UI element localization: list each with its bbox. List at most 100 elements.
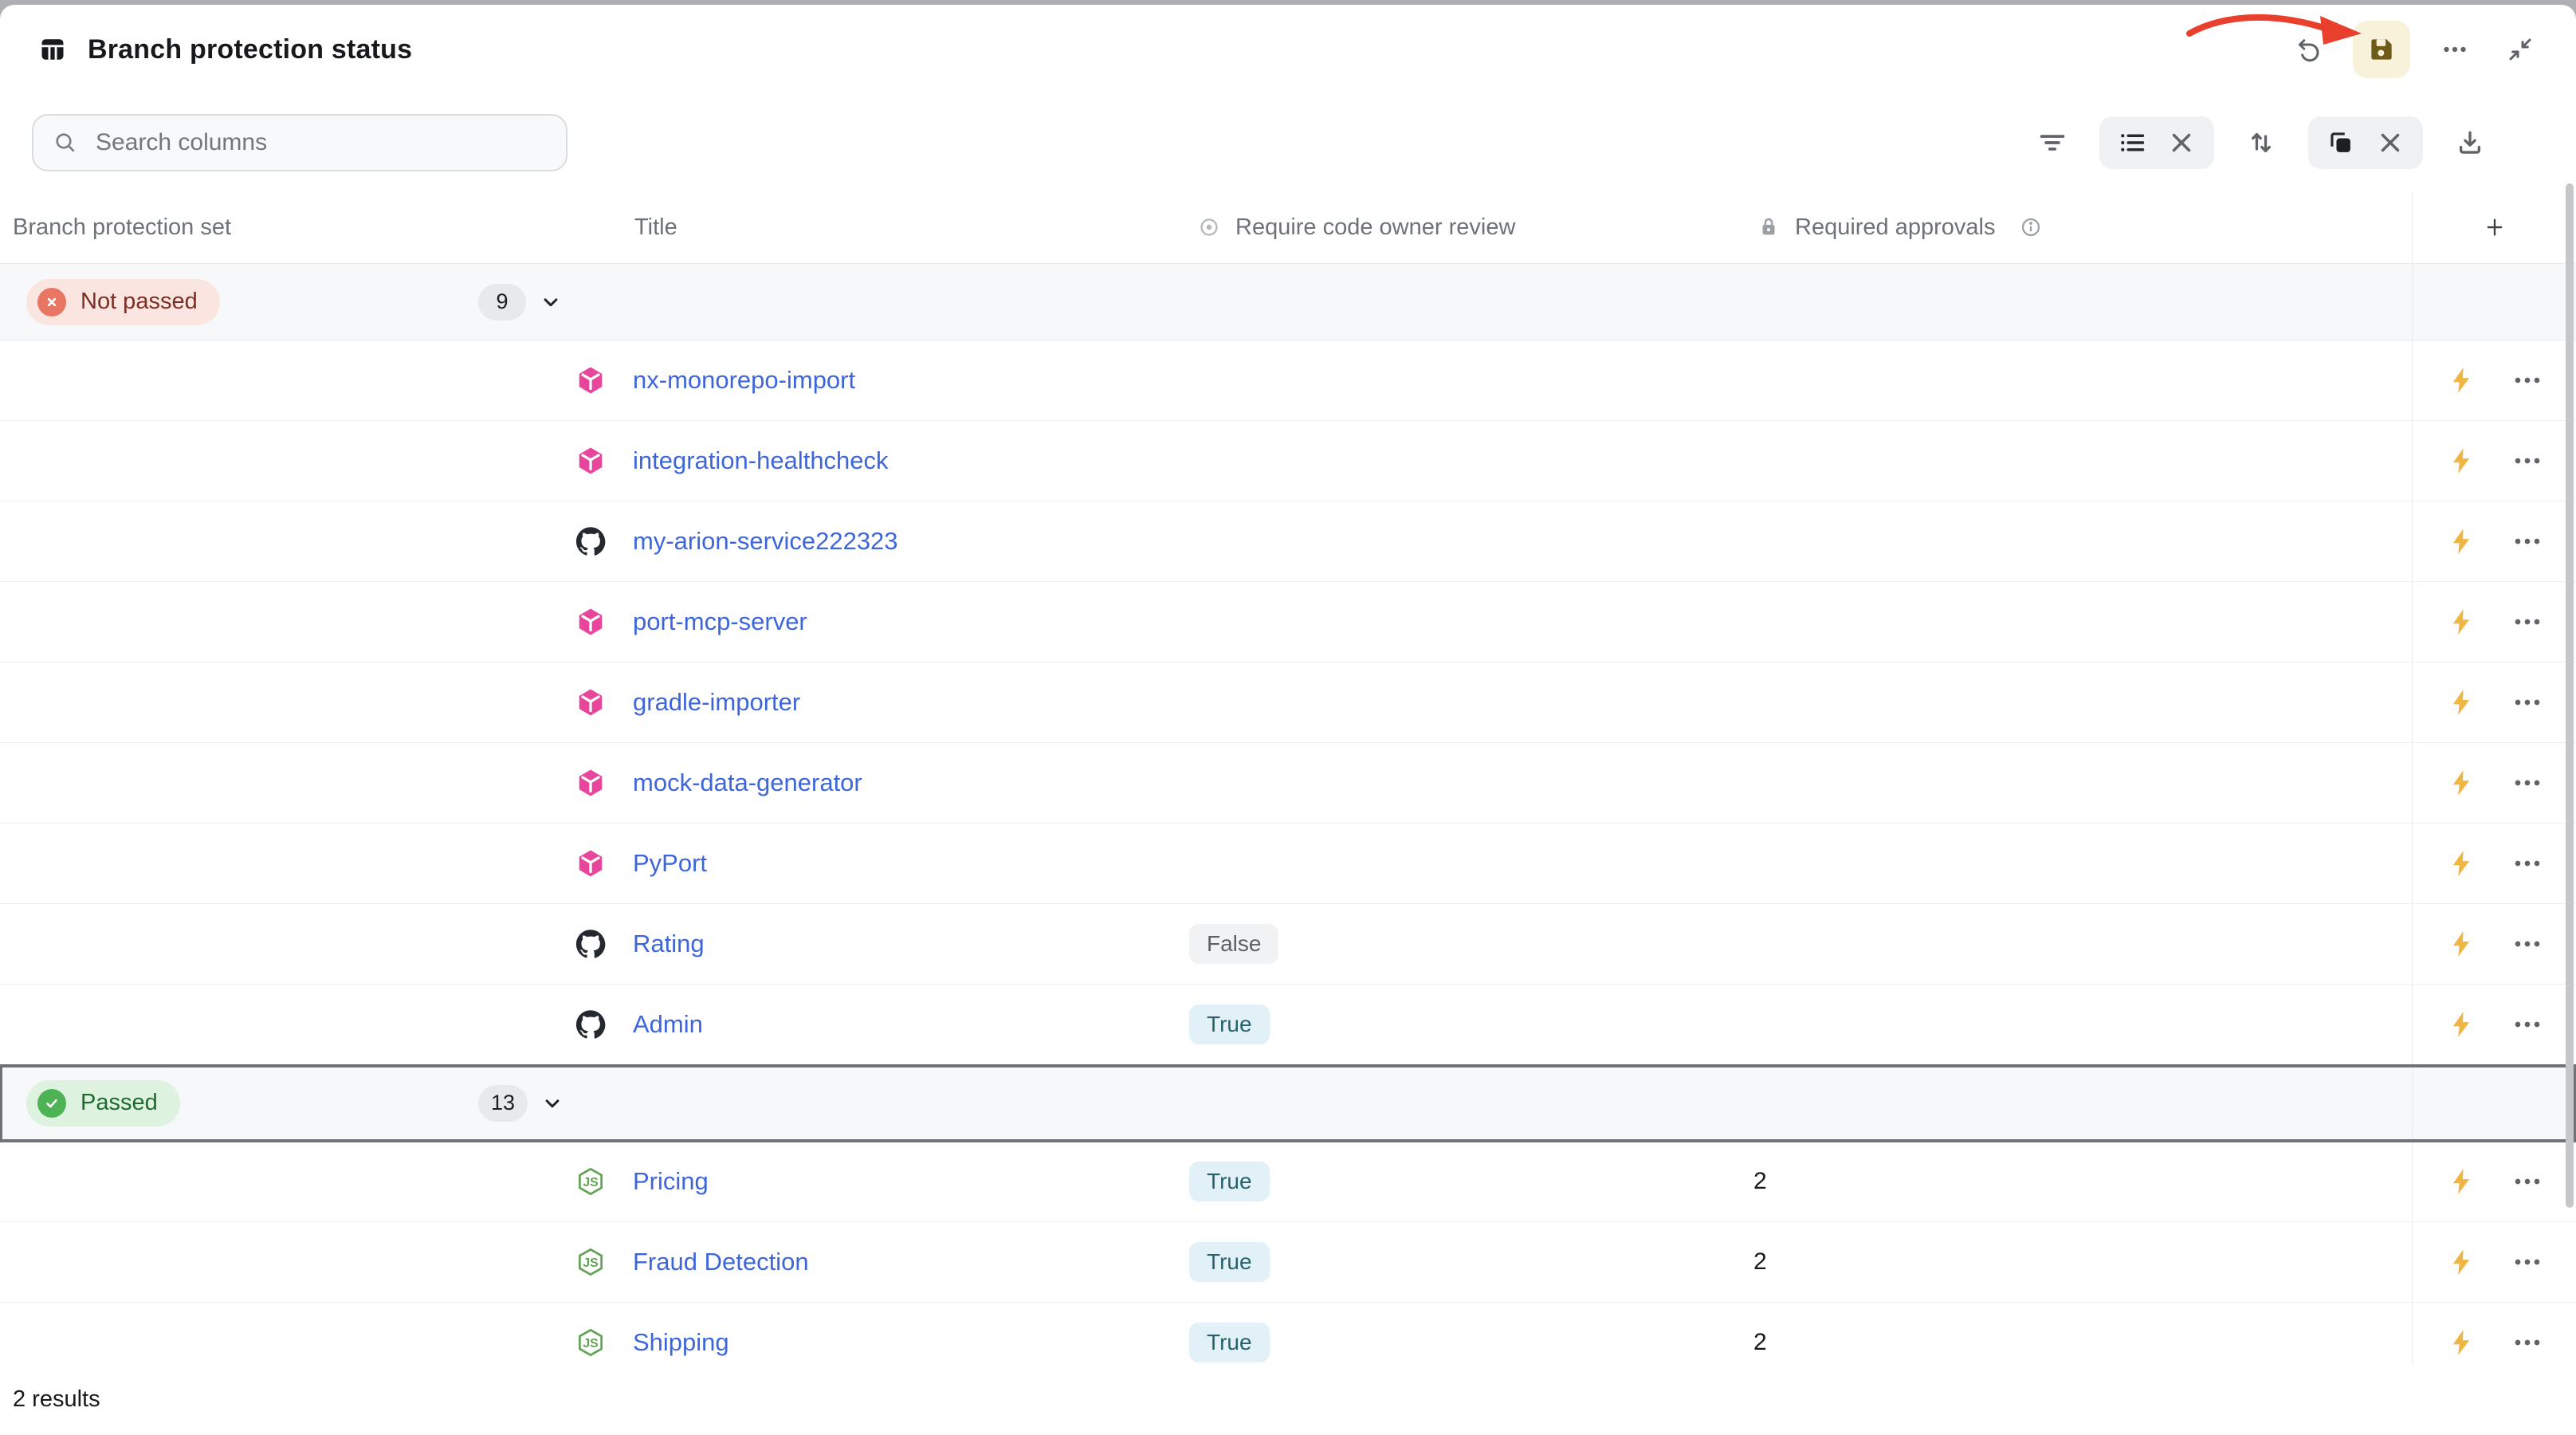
row-menu-icon[interactable] (2511, 364, 2543, 396)
row-menu-icon[interactable] (2511, 606, 2543, 638)
row-actions-cell (2412, 421, 2576, 501)
list-view-icon[interactable] (2117, 128, 2147, 158)
entity-link[interactable]: Pricing (633, 1167, 709, 1196)
required-approvals-cell (1745, 582, 2412, 662)
github-icon (575, 1009, 606, 1040)
undo-icon[interactable] (2287, 29, 2329, 70)
entity-link[interactable]: Admin (633, 1010, 703, 1039)
row-menu-icon[interactable] (2511, 525, 2543, 557)
group-row-not-passed[interactable]: Not passed 9 (0, 264, 2576, 340)
lightning-icon[interactable] (2446, 1327, 2476, 1358)
group-row-passed[interactable]: Passed 13 (0, 1065, 2576, 1142)
svg-text:JS: JS (583, 1176, 598, 1189)
boolean-badge: True (1189, 1162, 1270, 1201)
entity-link[interactable]: mock-data-generator (633, 769, 862, 797)
group-actions-cell (2412, 1065, 2576, 1141)
save-button[interactable] (2353, 21, 2410, 78)
column-header-required-approvals[interactable]: Required approvals (1745, 214, 2412, 241)
branch-protection-set-cell (0, 501, 574, 581)
add-column-button[interactable] (2412, 191, 2576, 263)
titlebar-actions (2287, 21, 2541, 78)
group-by-icon[interactable] (2326, 128, 2356, 158)
row-menu-icon[interactable] (2511, 847, 2543, 879)
branch-protection-set-cell (0, 743, 574, 823)
clear-view-icon[interactable] (2166, 128, 2197, 158)
table-row: port-mcp-server (0, 582, 2576, 662)
lightning-icon[interactable] (2446, 768, 2476, 798)
collapse-icon[interactable] (2499, 29, 2541, 70)
entity-link[interactable]: gradle-importer (633, 688, 800, 717)
lightning-icon[interactable] (2446, 929, 2476, 959)
lightning-icon[interactable] (2446, 848, 2476, 879)
search-box[interactable] (32, 114, 567, 171)
title-cell: JS Pricing (574, 1142, 1180, 1221)
branch-protection-set-cell (0, 904, 574, 984)
page-title: Branch protection status (88, 34, 412, 65)
title-cell: port-mcp-server (574, 582, 1180, 662)
row-actions-cell (2412, 985, 2576, 1064)
row-actions-cell (2412, 1303, 2576, 1364)
title-cell: nx-monorepo-import (574, 340, 1180, 420)
row-menu-icon[interactable] (2511, 445, 2543, 477)
table-row: JS Pricing True 2 (0, 1142, 2576, 1222)
entity-link[interactable]: Rating (633, 930, 705, 958)
row-menu-icon[interactable] (2511, 767, 2543, 799)
info-icon[interactable] (2019, 215, 2043, 239)
branch-protection-set-cell (0, 1303, 574, 1364)
lightning-icon[interactable] (2446, 607, 2476, 637)
lightning-icon[interactable] (2446, 526, 2476, 556)
row-menu-icon[interactable] (2511, 1008, 2543, 1040)
entity-link[interactable]: integration-healthcheck (633, 446, 889, 475)
entity-link[interactable]: port-mcp-server (633, 607, 807, 636)
row-menu-icon[interactable] (2511, 1246, 2543, 1278)
code-owner-review-cell (1180, 421, 1745, 501)
boolean-badge: True (1189, 1323, 1270, 1362)
port-icon (575, 848, 606, 879)
chevron-down-icon[interactable] (540, 1091, 564, 1115)
boolean-badge: True (1189, 1242, 1270, 1282)
lightning-icon[interactable] (2446, 1009, 2476, 1040)
row-actions-cell (2412, 662, 2576, 742)
sort-icon[interactable] (2243, 124, 2280, 161)
download-icon[interactable] (2452, 124, 2488, 161)
entity-link[interactable]: my-arion-service222323 (633, 527, 898, 556)
column-header-title[interactable]: Title (574, 214, 1180, 241)
required-approvals-cell (1745, 340, 2412, 420)
entity-link[interactable]: Shipping (633, 1328, 729, 1357)
row-menu-icon[interactable] (2511, 1166, 2543, 1197)
table-row: JS Fraud Detection True 2 (0, 1222, 2576, 1303)
group-pill (2308, 116, 2423, 169)
table-row: PyPort (0, 824, 2576, 904)
code-owner-review-cell: True (1180, 985, 1745, 1064)
entity-link[interactable]: Fraud Detection (633, 1248, 809, 1276)
column-header-require-code-owner-review[interactable]: Require code owner review (1180, 214, 1745, 241)
row-actions-cell (2412, 1222, 2576, 1302)
required-approvals-cell (1745, 662, 2412, 742)
lightning-icon[interactable] (2446, 365, 2476, 395)
required-approvals-cell (1745, 421, 2412, 501)
group-status-badge: Passed (26, 1080, 180, 1126)
code-owner-review-cell (1180, 824, 1745, 903)
code-owner-review-cell (1180, 340, 1745, 420)
clear-group-icon[interactable] (2375, 128, 2405, 158)
row-menu-icon[interactable] (2511, 686, 2543, 718)
github-icon (575, 526, 606, 556)
table-row: JS Shipping True 2 (0, 1303, 2576, 1364)
search-input[interactable] (94, 128, 547, 157)
entity-link[interactable]: PyPort (633, 849, 707, 878)
lightning-icon[interactable] (2446, 446, 2476, 476)
row-menu-icon[interactable] (2511, 928, 2543, 960)
port-icon (575, 687, 606, 718)
row-menu-icon[interactable] (2511, 1327, 2543, 1358)
vertical-scrollbar[interactable] (2566, 183, 2574, 1208)
chevron-down-icon[interactable] (539, 290, 563, 314)
cross-circle-icon (37, 288, 66, 316)
group-count-wrap: 13 (478, 1085, 564, 1122)
column-header-branch-protection-set[interactable]: Branch protection set (0, 214, 574, 241)
lightning-icon[interactable] (2446, 1166, 2476, 1197)
filter-icon[interactable] (2034, 124, 2071, 161)
lightning-icon[interactable] (2446, 687, 2476, 718)
entity-link[interactable]: nx-monorepo-import (633, 366, 855, 395)
lightning-icon[interactable] (2446, 1247, 2476, 1277)
more-options-icon[interactable] (2434, 29, 2476, 70)
